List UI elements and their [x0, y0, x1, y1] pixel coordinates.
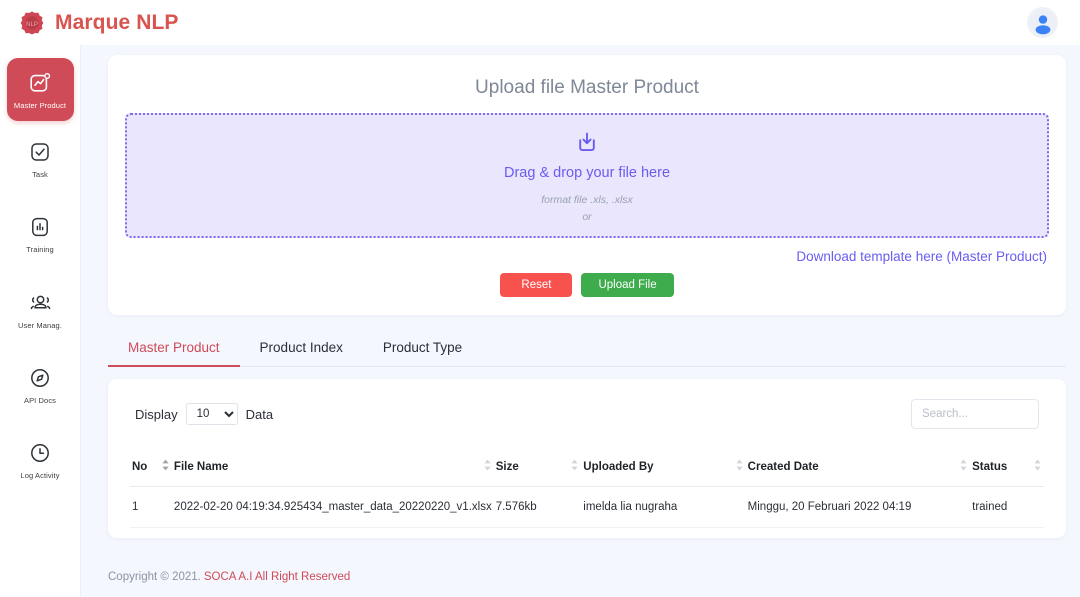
- svg-text:NLP: NLP: [26, 22, 38, 28]
- column-label: Status: [972, 460, 1008, 473]
- tab-master-product[interactable]: Master Product: [108, 332, 240, 367]
- status-badge: trained: [970, 486, 1044, 528]
- cell-file-name: 2022-02-20 04:19:34.925434_master_data_2…: [171, 486, 494, 528]
- table-header-row: No File Name Size Uploaded By Created Da…: [130, 451, 1044, 487]
- master-product-table: No File Name Size Uploaded By Created Da…: [130, 451, 1044, 528]
- sidebar-item-master-product[interactable]: Master Product: [6, 58, 74, 121]
- cell-created-date: Minggu, 20 Februari 2022 04:19: [745, 486, 971, 528]
- search-input[interactable]: [911, 399, 1039, 429]
- sidebar-item-label: Master Product: [13, 101, 67, 111]
- main-content: Upload file Master Product Drag & drop y…: [81, 45, 1080, 597]
- clock-icon: [28, 439, 52, 467]
- sidebar-item-api-docs[interactable]: API Docs: [7, 357, 74, 411]
- sidebar-item-label: Task: [32, 170, 48, 179]
- sidebar-item-task[interactable]: Task: [7, 131, 74, 185]
- column-header-uploaded-by[interactable]: Uploaded By: [581, 451, 746, 487]
- upload-tray-icon: [573, 128, 601, 161]
- dropzone-or-text: or: [582, 210, 592, 223]
- column-label: No: [132, 460, 148, 473]
- sidebar-item-training[interactable]: Training: [7, 206, 74, 260]
- bar-chart-square-icon: [28, 213, 52, 241]
- chart-box-icon: [28, 69, 52, 97]
- display-label: Display: [135, 406, 178, 422]
- data-label: Data: [245, 406, 274, 422]
- table-row[interactable]: 1 2022-02-20 04:19:34.925434_master_data…: [130, 486, 1044, 528]
- page-title: Upload file Master Product: [475, 77, 699, 98]
- table-controls: Display 102550100 Data: [130, 395, 1044, 429]
- dropzone-title: Drag & drop your file here: [503, 165, 671, 182]
- table-head: No File Name Size Uploaded By Created Da…: [130, 451, 1044, 487]
- download-template-row: Download template here (Master Product): [125, 238, 1049, 266]
- upload-file-button[interactable]: Upload File: [581, 273, 674, 297]
- users-icon: [28, 289, 53, 317]
- sort-icon[interactable]: [959, 459, 968, 474]
- user-avatar-icon[interactable]: [1027, 7, 1058, 38]
- sidebar-item-label: API Docs: [23, 395, 57, 405]
- sort-icon[interactable]: [570, 459, 579, 474]
- display-length-select[interactable]: 102550100: [185, 403, 238, 425]
- display-length-group: Display 102550100 Data: [135, 403, 273, 425]
- dropzone-format-hint: format file .xls, .xlsx: [541, 194, 633, 207]
- sort-icon[interactable]: [735, 459, 744, 474]
- footer-copyright: Copyright © 2021.: [108, 570, 201, 583]
- cell-size: 7.576kb: [493, 486, 582, 528]
- sort-icon[interactable]: [483, 459, 492, 474]
- sort-icon[interactable]: [1033, 459, 1042, 474]
- sidebar-item-label: User Manag.: [17, 320, 63, 330]
- tab-product-index[interactable]: Product Index: [240, 332, 363, 366]
- sidebar-nav: Master Product Task Training User Manag.…: [0, 45, 81, 597]
- sidebar-item-log-activity[interactable]: Log Activity: [7, 432, 74, 486]
- page-footer: Copyright © 2021. SOCA A.I All Right Res…: [81, 556, 1080, 597]
- sidebar-item-label: Log Activity: [20, 471, 60, 480]
- sidebar-item-user-manag[interactable]: User Manag.: [7, 282, 74, 336]
- sidebar-item-label: Training: [26, 245, 54, 255]
- upload-actions: Reset Upload File: [125, 273, 1049, 297]
- cell-uploaded-by: imelda lia nugraha: [581, 486, 746, 528]
- column-header-size[interactable]: Size: [493, 451, 582, 487]
- tab-bar: Master Product Product Index Product Typ…: [108, 332, 1066, 367]
- table-body: 1 2022-02-20 04:19:34.925434_master_data…: [130, 486, 1044, 528]
- footer-brand: SOCA A.I All Right Reserved: [203, 570, 351, 583]
- seal-badge-icon: NLP: [18, 9, 46, 37]
- file-dropzone[interactable]: Drag & drop your file here format file .…: [125, 113, 1049, 238]
- top-bar: NLP Marque NLP: [0, 0, 1080, 45]
- check-square-icon: [28, 138, 52, 166]
- download-template-link[interactable]: Download template here (Master Product): [796, 249, 1047, 264]
- column-header-no[interactable]: No: [130, 451, 172, 487]
- column-label: Size: [495, 460, 519, 473]
- brand-title: Marque NLP: [55, 10, 179, 34]
- data-table-card: Display 102550100 Data No: [108, 379, 1066, 538]
- reset-button[interactable]: Reset: [500, 273, 573, 297]
- column-header-created-date[interactable]: Created Date: [745, 451, 971, 487]
- compass-circle-icon: [28, 364, 52, 392]
- cell-no: 1: [130, 486, 172, 528]
- column-header-file-name[interactable]: File Name: [171, 451, 494, 487]
- column-label: Created Date: [747, 460, 819, 473]
- sort-icon[interactable]: [161, 459, 170, 474]
- tab-product-type[interactable]: Product Type: [363, 332, 482, 366]
- column-label: Uploaded By: [583, 460, 654, 473]
- upload-card: Upload file Master Product Drag & drop y…: [108, 55, 1066, 315]
- brand-logo[interactable]: NLP Marque NLP: [18, 9, 179, 37]
- column-header-status[interactable]: Status: [970, 451, 1044, 487]
- column-label: File Name: [173, 460, 229, 473]
